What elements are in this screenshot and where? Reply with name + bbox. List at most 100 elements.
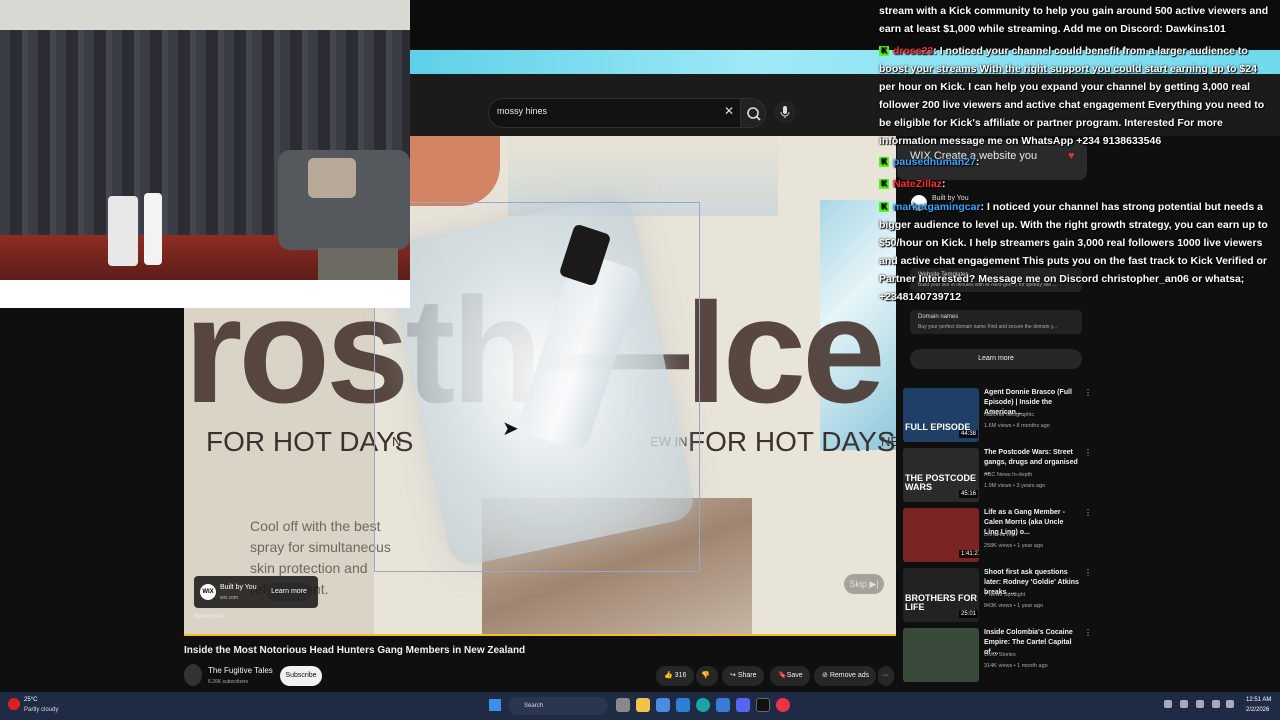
skip-ad-button[interactable]: Skip ▶| — [844, 574, 884, 594]
video-thumbnail[interactable]: 1:41:27 — [903, 508, 979, 562]
like-button[interactable]: 👍 316 — [656, 666, 694, 686]
share-button[interactable]: ↪ Share — [722, 666, 764, 686]
chat-message: Kmarketgamingcar: I noticed your channel… — [879, 198, 1275, 306]
volume-icon[interactable] — [1226, 700, 1234, 708]
wix-logo-icon: WIX — [200, 584, 216, 600]
search-button[interactable] — [740, 98, 766, 128]
video-duration: 44:38 — [959, 430, 979, 438]
channel-name: National Geographic — [984, 412, 1035, 418]
file-explorer-icon[interactable] — [636, 698, 650, 712]
video-thumbnail[interactable] — [903, 628, 979, 682]
tray-chevron-icon[interactable] — [1164, 700, 1172, 708]
more-options-icon[interactable]: ⋮ — [1084, 628, 1092, 637]
ad-tagline: FOR HOT DAYS — [688, 426, 896, 457]
ad-new-in-text: NE — [881, 434, 896, 449]
recommended-video[interactable]: 1:41:27 Life as a Gang Member - Calen Mo… — [903, 508, 1093, 564]
task-view-icon[interactable] — [616, 698, 630, 712]
webcam-overlay — [0, 0, 410, 308]
sidebar-learn-more-button[interactable]: Learn more — [910, 349, 1082, 369]
chat-message: Kpausedhuman27: — [879, 153, 1275, 171]
webcam-bottom-strip — [0, 280, 410, 308]
sidebar-ad-item-desc: Buy your perfect domain name Find and se… — [918, 324, 1058, 330]
channel-name: 7 News Spotlight — [984, 592, 1026, 598]
kick-badge-icon: K — [879, 202, 889, 213]
clear-search-icon[interactable]: ✕ — [724, 104, 734, 118]
wifi-icon[interactable] — [1212, 700, 1220, 708]
channel-name[interactable]: The Fugitive Tales — [208, 666, 273, 675]
share-label: Share — [737, 672, 757, 679]
channel-name: Dom Harvey — [984, 532, 1015, 538]
webcam-table — [318, 248, 398, 284]
channel-name: ABC News In-depth — [984, 472, 1033, 478]
chat-text: : I noticed your channel could benefit f… — [879, 45, 1265, 147]
chat-text: stream with a Kick community to help you… — [879, 5, 1269, 35]
remove-ads-label: Remove ads — [829, 672, 870, 679]
ad-selection-box — [374, 202, 700, 572]
chrome-icon[interactable] — [776, 698, 790, 712]
video-duration: 25:01 — [959, 610, 979, 618]
edge-browser-icon[interactable] — [696, 698, 710, 712]
ad-learn-more-button[interactable]: Learn more — [266, 583, 312, 601]
weather-description: Partly cloudy — [24, 707, 59, 713]
recommended-video[interactable]: THE POSTCODE WARS 45:16 The Postcode Wars… — [903, 448, 1093, 504]
subscribe-button[interactable]: Subscribe — [280, 666, 322, 686]
more-options-icon[interactable]: ⋮ — [1084, 508, 1092, 517]
channel-avatar[interactable] — [184, 664, 202, 686]
microphone-icon — [780, 106, 790, 118]
video-meta: 258K views • 1 year ago — [984, 543, 1044, 549]
dislike-button[interactable]: 👎 — [696, 666, 718, 686]
chat-message: K NateZillaz: — [879, 175, 1275, 193]
remove-ads-button[interactable]: ⊘ Remove ads — [814, 666, 876, 686]
save-button[interactable]: 🔖Save — [770, 666, 810, 686]
webcam-pillow — [308, 158, 356, 198]
webcam-heater — [108, 196, 138, 266]
video-meta: 314K views • 1 month ago — [984, 663, 1048, 669]
chat-username[interactable]: NateZillaz — [893, 178, 942, 190]
tiktok-icon[interactable] — [756, 698, 770, 712]
chat-text: : I noticed your channel has strong pote… — [879, 201, 1268, 303]
video-duration: 45:16 — [959, 490, 979, 498]
kick-badge-icon: K — [879, 157, 889, 168]
chat-text: : — [975, 156, 980, 168]
taskbar-search-box[interactable] — [508, 697, 608, 715]
save-label: Save — [786, 672, 803, 679]
more-options-icon[interactable]: ⋮ — [1084, 448, 1092, 457]
video-title: Inside the Most Notorious Head Hunters G… — [184, 645, 526, 656]
recommended-video[interactable]: BROTHERS FOR LIFE 25:01 Shoot first ask q… — [903, 568, 1093, 624]
thumbs-down-icon: 👎 — [701, 672, 710, 679]
voice-search-button[interactable] — [774, 101, 796, 123]
windows-start-icon[interactable] — [489, 699, 501, 711]
video-duration: 1:41:27 — [959, 550, 979, 558]
more-actions-button[interactable]: ··· — [878, 666, 894, 686]
discord-icon[interactable] — [736, 698, 750, 712]
sponsored-label: Sponsored — [194, 614, 224, 620]
video-meta: 1.6M views • 8 months ago — [984, 423, 1050, 429]
chat-username[interactable]: dross23 — [893, 45, 933, 57]
tray-app-icon[interactable] — [1196, 700, 1204, 708]
recommended-video[interactable]: Inside Colombia's Cocaine Empire: The Ca… — [903, 628, 1093, 684]
pen-app-icon[interactable] — [656, 698, 670, 712]
recommended-video[interactable]: FULL EPISODE 44:38 Agent Donnie Brasco (F… — [903, 388, 1093, 444]
weather-icon[interactable] — [8, 698, 20, 710]
mail-icon[interactable] — [676, 698, 690, 712]
video-thumbnail[interactable]: FULL EPISODE 44:38 — [903, 388, 979, 442]
webcam-heater — [144, 193, 162, 265]
bookmark-icon: 🔖 — [778, 672, 787, 679]
chat-username[interactable]: marketgamingcar — [893, 201, 981, 213]
search-query-text: mossy hines — [497, 106, 548, 116]
weather-temperature[interactable]: 25°C — [24, 697, 37, 703]
taskbar-time[interactable]: 12:51 AM — [1246, 697, 1271, 703]
chat-message: stream with a Kick community to help you… — [879, 2, 1275, 38]
like-count: 316 — [674, 672, 687, 679]
video-thumbnail[interactable]: THE POSTCODE WARS 45:16 — [903, 448, 979, 502]
more-options-icon[interactable]: ⋮ — [1084, 388, 1092, 397]
chat-username[interactable]: pausedhuman27 — [893, 156, 976, 168]
taskbar-date[interactable]: 2/2/2026 — [1246, 707, 1269, 713]
tray-app-icon[interactable] — [1180, 700, 1188, 708]
video-thumbnail[interactable]: BROTHERS FOR LIFE 25:01 — [903, 568, 979, 622]
share-icon: ↪ — [730, 672, 736, 679]
video-meta: 1.9M views • 3 years ago — [984, 483, 1046, 489]
more-options-icon[interactable]: ⋮ — [1084, 568, 1092, 577]
ad-brand: Built by You — [220, 584, 257, 591]
store-icon[interactable] — [716, 698, 730, 712]
